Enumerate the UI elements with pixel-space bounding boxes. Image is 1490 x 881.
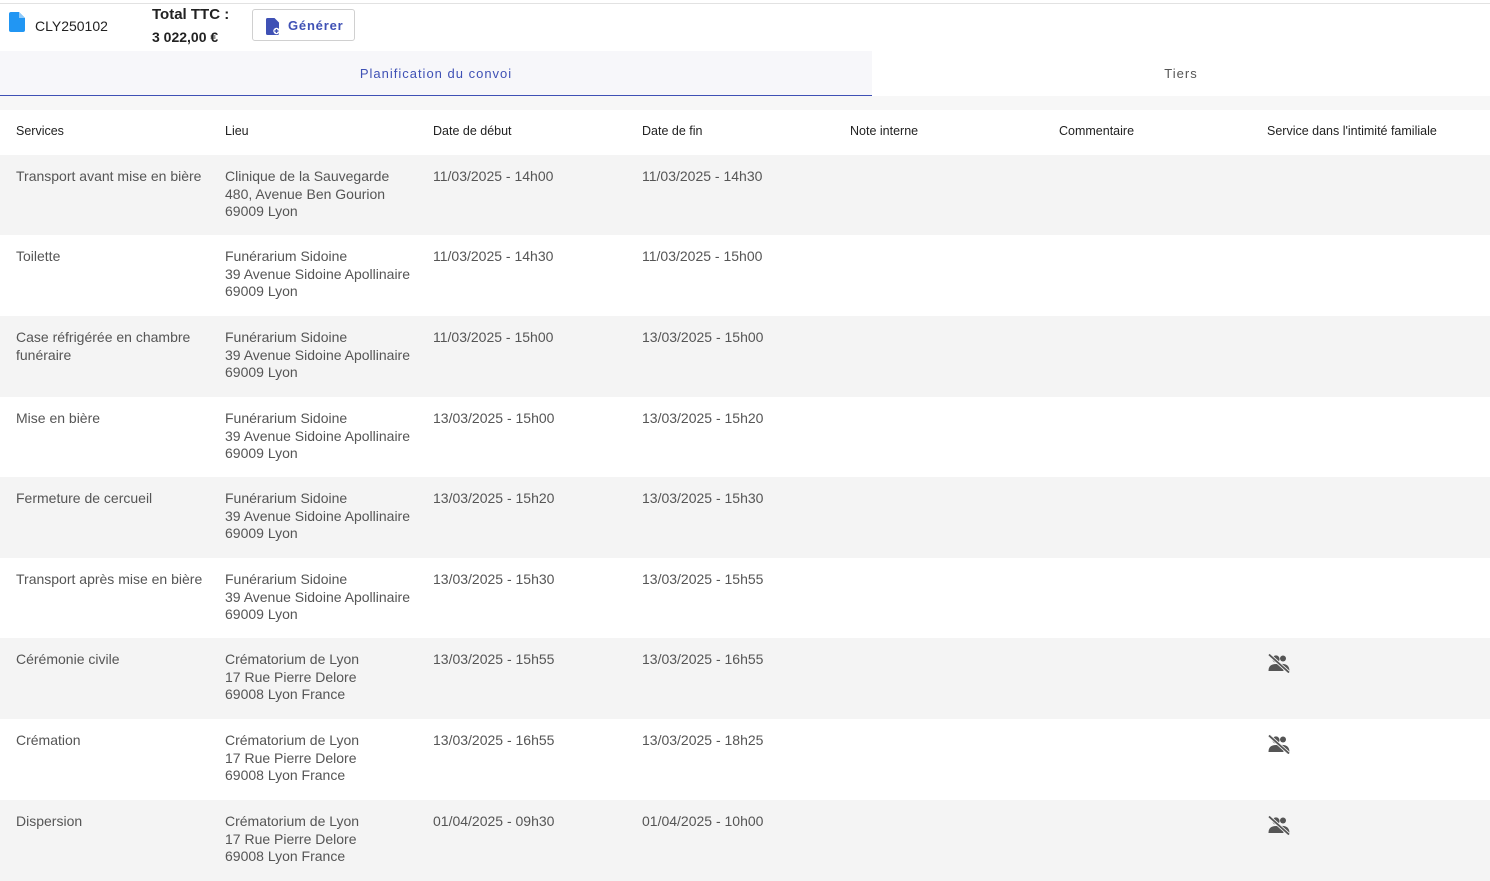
- date-fin-cell: 13/03/2025 - 16h55: [642, 651, 764, 667]
- header-commentaire: Commentaire: [1059, 124, 1135, 138]
- lieu-line: 69009 Lyon: [225, 283, 298, 299]
- date-debut-cell: 13/03/2025 - 15h00: [433, 410, 555, 426]
- lieu-line: 69009 Lyon: [225, 606, 298, 622]
- lieu-cell: Crématorium de Lyon 17 Rue Pierre Delore 6…: [225, 651, 425, 704]
- no-visitors-icon: [1267, 653, 1291, 673]
- lieu-line: 69008 Lyon France: [225, 848, 346, 864]
- date-fin-cell: 13/03/2025 - 15h20: [642, 410, 764, 426]
- date-debut-cell: 13/03/2025 - 15h20: [433, 490, 555, 506]
- lieu-cell: Funérarium Sidoine 39 Avenue Sidoine Apol…: [225, 410, 425, 463]
- date-debut-cell: 13/03/2025 - 15h55: [433, 651, 555, 667]
- no-visitors-icon: [1267, 815, 1291, 835]
- date-fin-cell: 11/03/2025 - 14h30: [642, 168, 763, 184]
- date-debut-cell: 11/03/2025 - 14h00: [433, 168, 554, 184]
- date-fin-cell: 13/03/2025 - 15h30: [642, 490, 764, 506]
- table-row[interactable]: Cérémonie civile Crématorium de Lyon 17 Ru…: [0, 638, 1490, 719]
- date-debut-cell: 11/03/2025 - 14h30: [433, 248, 554, 264]
- lieu-line: Funérarium Sidoine: [225, 248, 348, 264]
- lieu-line: 480, Avenue Ben Gourion: [225, 185, 386, 202]
- service-cell: Mise en bière: [16, 410, 101, 426]
- lieu-cell: Crématorium de Lyon 17 Rue Pierre Delore 6…: [225, 732, 425, 785]
- service-cell: Dispersion: [16, 813, 83, 829]
- lieu-line: 69008 Lyon France: [225, 767, 346, 783]
- header-services: Services: [16, 124, 64, 138]
- date-debut-cell: 11/03/2025 - 15h00: [433, 329, 554, 345]
- service-cell: Fermeture de cercueil: [16, 490, 153, 506]
- table-row[interactable]: Transport avant mise en bière Clinique de…: [0, 155, 1490, 235]
- service-cell: Transport après mise en bière: [16, 571, 203, 587]
- date-debut-cell: 13/03/2025 - 15h30: [433, 571, 555, 587]
- table-row[interactable]: Mise en bière Funérarium Sidoine 39 Avenue…: [0, 397, 1490, 477]
- services-table: Services Lieu Date de début Date de fin …: [0, 110, 1490, 881]
- lieu-cell: Crématorium de Lyon 17 Rue Pierre Delore 6…: [225, 813, 425, 866]
- tab-tiers[interactable]: Tiers: [872, 51, 1490, 96]
- tab-planification[interactable]: Planification du convoi: [0, 51, 872, 96]
- lieu-line: Clinique de la Sauvegarde: [225, 168, 390, 184]
- lieu-line: 39 Avenue Sidoine Apollinaire: [225, 507, 411, 524]
- lieu-line: Funérarium Sidoine: [225, 490, 348, 506]
- date-fin-cell: 01/04/2025 - 10h00: [642, 813, 764, 829]
- header-date-debut: Date de début: [433, 124, 512, 138]
- file-icon: [9, 12, 25, 32]
- table-row[interactable]: Case réfrigérée en chambre funéraire Funé…: [0, 316, 1490, 397]
- lieu-line: 39 Avenue Sidoine Apollinaire: [225, 346, 411, 363]
- lieu-line: Crématorium de Lyon: [225, 651, 360, 667]
- lieu-line: 69009 Lyon: [225, 525, 298, 541]
- lieu-line: 17 Rue Pierre Delore: [225, 830, 357, 847]
- date-debut-cell: 13/03/2025 - 16h55: [433, 732, 555, 748]
- lieu-line: 69009 Lyon: [225, 364, 298, 380]
- no-visitors-icon: [1267, 734, 1291, 754]
- lieu-line: Crématorium de Lyon: [225, 813, 360, 829]
- generate-button-label: Générer: [288, 18, 344, 33]
- lieu-line: Funérarium Sidoine: [225, 410, 348, 426]
- lieu-cell: Funérarium Sidoine 39 Avenue Sidoine Apol…: [225, 329, 425, 382]
- total-value: 3 022,00 €: [152, 29, 219, 45]
- date-debut-cell: 01/04/2025 - 09h30: [433, 813, 555, 829]
- table-row[interactable]: Fermeture de cercueil Funérarium Sidoine 3…: [0, 477, 1490, 558]
- header-intimite-familiale: Service dans l'intimité familiale: [1267, 124, 1437, 138]
- section-gap: [0, 96, 1490, 110]
- lieu-line: Crématorium de Lyon: [225, 732, 360, 748]
- document-header: CLY250102 Total TTC : 3 022,00 € Générer: [0, 4, 1490, 51]
- table-row[interactable]: Crémation Crématorium de Lyon 17 Rue Pierr…: [0, 719, 1490, 800]
- service-cell: Cérémonie civile: [16, 651, 120, 667]
- lieu-cell: Funérarium Sidoine 39 Avenue Sidoine Apol…: [225, 571, 425, 624]
- lieu-line: 69009 Lyon: [225, 445, 298, 461]
- lieu-line: 69009 Lyon: [225, 203, 298, 219]
- lieu-line: 69008 Lyon France: [225, 686, 346, 702]
- table-row[interactable]: Dispersion Crématorium de Lyon 17 Rue Pier…: [0, 800, 1490, 881]
- date-fin-cell: 13/03/2025 - 15h55: [642, 571, 764, 587]
- date-fin-cell: 13/03/2025 - 15h00: [642, 329, 764, 345]
- generate-document-icon: [266, 18, 280, 35]
- lieu-line: 17 Rue Pierre Delore: [225, 668, 357, 685]
- service-cell: Crémation: [16, 732, 81, 748]
- tab-bar: Planification du convoi Tiers: [0, 51, 1490, 96]
- lieu-line: Funérarium Sidoine: [225, 329, 348, 345]
- header-note-interne: Note interne: [850, 124, 919, 138]
- header-lieu: Lieu: [225, 124, 249, 138]
- table-row[interactable]: Transport après mise en bière Funérarium …: [0, 558, 1490, 638]
- document-number: CLY250102: [35, 18, 108, 34]
- lieu-line: 39 Avenue Sidoine Apollinaire: [225, 265, 411, 282]
- total-label: Total TTC :: [152, 6, 230, 23]
- header-date-fin: Date de fin: [642, 124, 703, 138]
- table-header: Services Lieu Date de début Date de fin …: [0, 110, 1490, 155]
- lieu-cell: Clinique de la Sauvegarde 480, Avenue Ben…: [225, 168, 425, 221]
- lieu-cell: Funérarium Sidoine 39 Avenue Sidoine Apol…: [225, 490, 425, 543]
- generate-button[interactable]: Générer: [252, 9, 355, 41]
- lieu-line: 39 Avenue Sidoine Apollinaire: [225, 427, 411, 444]
- service-cell: Toilette: [16, 248, 61, 264]
- service-cell: Transport avant mise en bière: [16, 168, 202, 184]
- lieu-cell: Funérarium Sidoine 39 Avenue Sidoine Apol…: [225, 248, 425, 301]
- date-fin-cell: 13/03/2025 - 18h25: [642, 732, 764, 748]
- service-cell: Case réfrigérée en chambre funéraire: [16, 329, 191, 363]
- lieu-line: Funérarium Sidoine: [225, 571, 348, 587]
- date-fin-cell: 11/03/2025 - 15h00: [642, 248, 763, 264]
- lieu-line: 17 Rue Pierre Delore: [225, 749, 357, 766]
- lieu-line: 39 Avenue Sidoine Apollinaire: [225, 588, 411, 605]
- table-body: Transport avant mise en bière Clinique de…: [0, 155, 1490, 881]
- table-row[interactable]: Toilette Funérarium Sidoine 39 Avenue Sido…: [0, 235, 1490, 316]
